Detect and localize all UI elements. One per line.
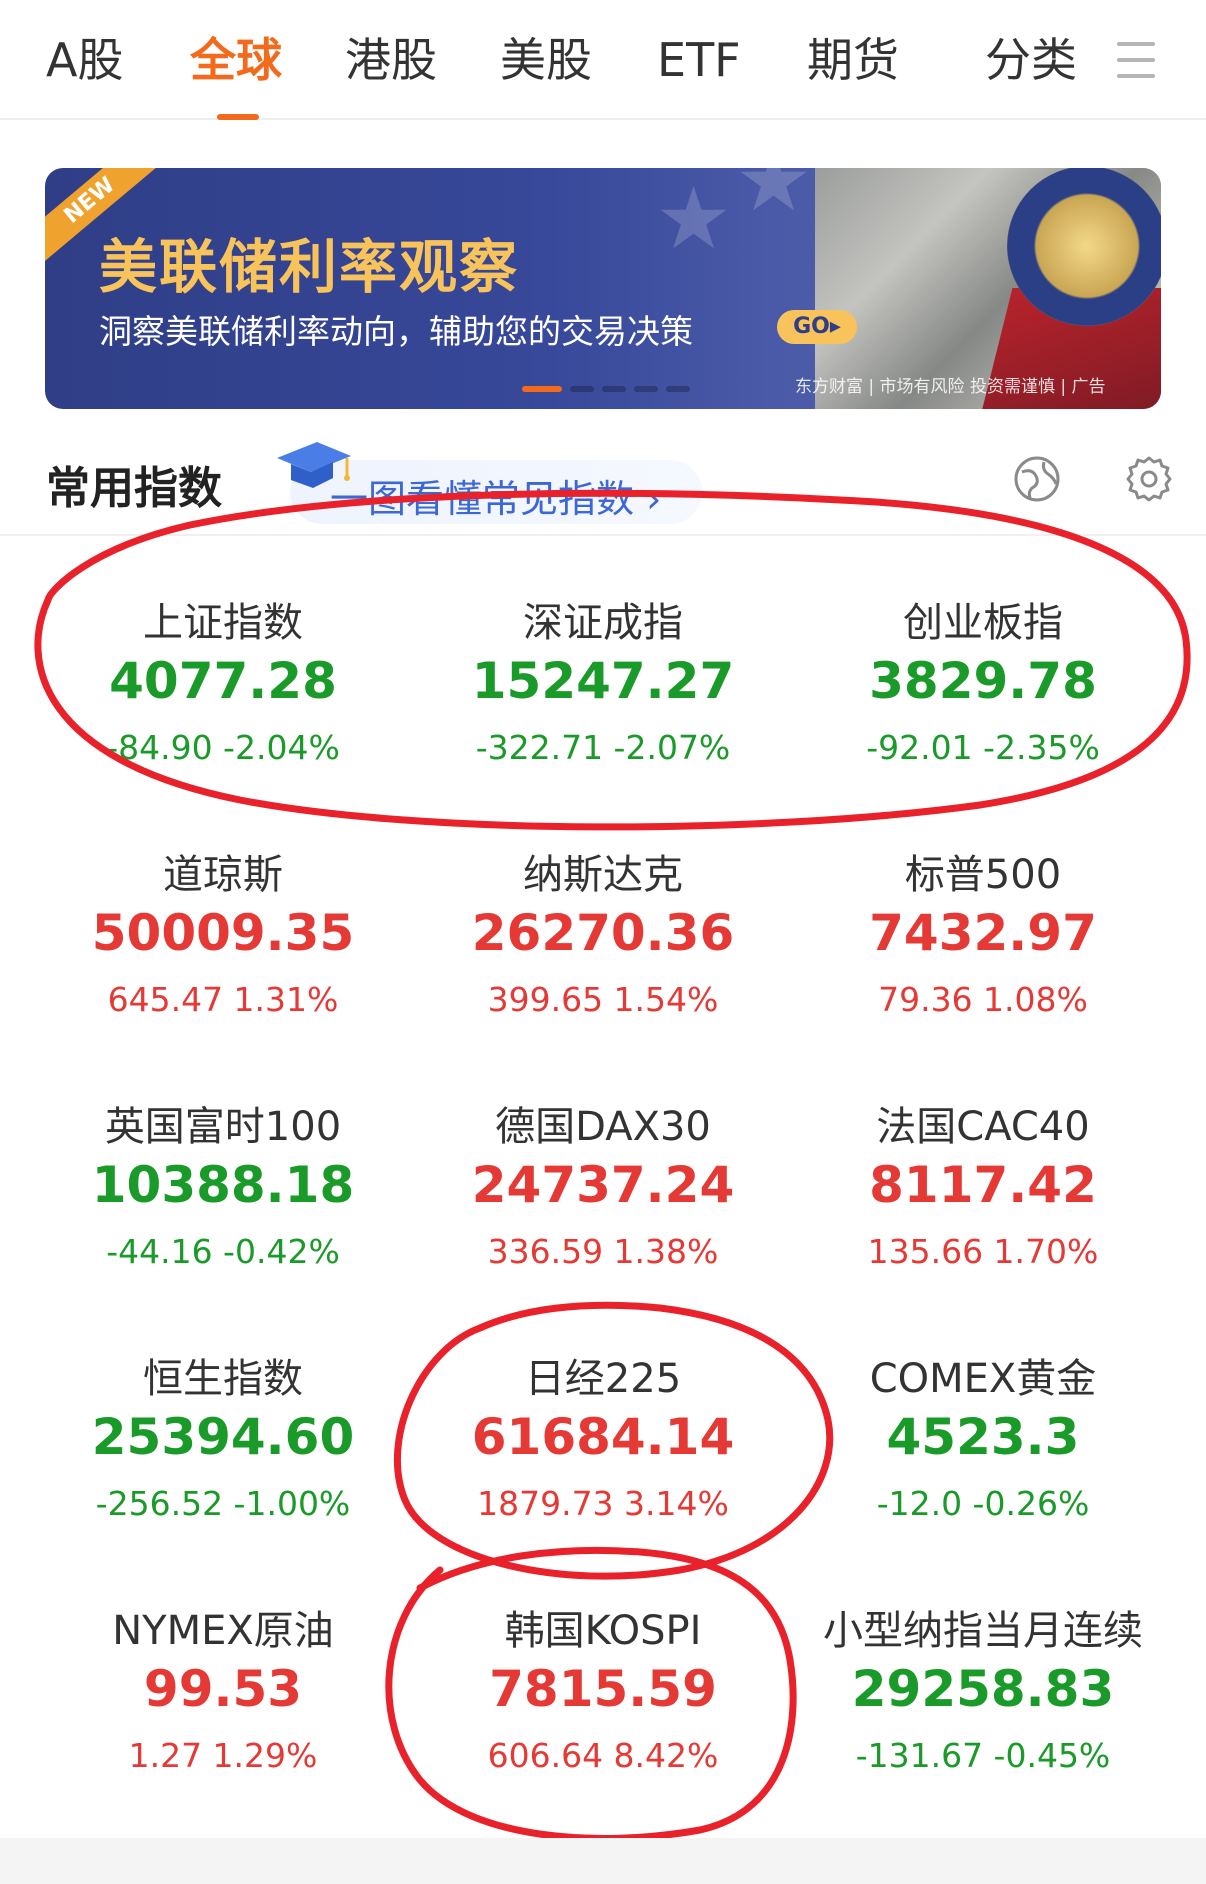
index-change: -84.90 -2.04% xyxy=(106,728,340,767)
index-change: -256.52 -1.00% xyxy=(95,1484,351,1523)
index-price: 3829.78 xyxy=(869,652,1097,710)
tab-a-shares[interactable]: A股 xyxy=(46,28,123,92)
index-price: 7432.97 xyxy=(869,904,1097,962)
index-card[interactable]: 德国DAX30 24737.24 336.59 1.38% xyxy=(413,1056,793,1286)
index-card[interactable]: 小型纳指当月连续 29258.83 -131.67 -0.45% xyxy=(793,1560,1173,1790)
index-name: 上证指数 xyxy=(143,600,303,646)
tab-categories[interactable]: 分类 xyxy=(985,28,1077,92)
index-price: 99.53 xyxy=(143,1660,303,1718)
index-price: 10388.18 xyxy=(91,1156,355,1214)
tab-etf[interactable]: ETF xyxy=(657,28,741,92)
globe-icon[interactable] xyxy=(1012,454,1062,504)
index-price: 26270.36 xyxy=(471,904,735,962)
index-change: 645.47 1.31% xyxy=(107,980,339,1019)
star-icon: ★ xyxy=(655,169,733,269)
index-change: 336.59 1.38% xyxy=(487,1232,719,1271)
tab-hk-stocks[interactable]: 港股 xyxy=(345,28,437,92)
index-card[interactable]: NYMEX原油 99.53 1.27 1.29% xyxy=(33,1560,413,1790)
star-icon: ★ xyxy=(735,168,813,231)
index-name: COMEX黄金 xyxy=(869,1356,1097,1402)
index-name: 法国CAC40 xyxy=(876,1104,1090,1150)
index-price: 61684.14 xyxy=(471,1408,735,1466)
market-tab-bar: A股 全球 港股 美股 ETF 期货 分类 xyxy=(0,0,1206,120)
index-price: 8117.42 xyxy=(869,1156,1097,1214)
index-change: 1879.73 3.14% xyxy=(477,1484,729,1523)
index-card[interactable]: 恒生指数 25394.60 -256.52 -1.00% xyxy=(33,1308,413,1538)
tab-us-stocks[interactable]: 美股 xyxy=(500,28,592,92)
index-price: 4523.3 xyxy=(886,1408,1080,1466)
index-change: -131.67 -0.45% xyxy=(855,1736,1111,1775)
index-name: 德国DAX30 xyxy=(495,1104,711,1150)
index-name: 道琼斯 xyxy=(163,852,283,898)
active-tab-indicator xyxy=(217,114,259,120)
index-name: NYMEX原油 xyxy=(112,1608,334,1654)
index-name: 创业板指 xyxy=(903,600,1063,646)
index-price: 24737.24 xyxy=(471,1156,735,1214)
index-card[interactable]: 上证指数 4077.28 -84.90 -2.04% xyxy=(33,552,413,782)
index-price: 50009.35 xyxy=(91,904,355,962)
fed-rate-banner[interactable]: ★ ★ NEW 美联储利率观察 洞察美联储利率动向，辅助您的交易决策 GO▸ 东… xyxy=(45,168,1161,409)
index-card[interactable]: 韩国KOSPI 7815.59 606.64 8.42% xyxy=(413,1560,793,1790)
index-price: 7815.59 xyxy=(489,1660,717,1718)
index-change: 399.65 1.54% xyxy=(487,980,719,1019)
banner-subtitle: 洞察美联储利率动向，辅助您的交易决策 xyxy=(99,312,693,351)
banner-go-button[interactable]: GO▸ xyxy=(777,310,857,344)
bottom-bar xyxy=(0,1838,1206,1884)
index-change: -322.71 -2.07% xyxy=(475,728,731,767)
index-change: 79.36 1.08% xyxy=(878,980,1088,1019)
index-change: -12.0 -0.26% xyxy=(876,1484,1090,1523)
index-change: 135.66 1.70% xyxy=(867,1232,1099,1271)
section-title: 常用指数 xyxy=(46,463,222,514)
tab-global[interactable]: 全球 xyxy=(190,28,282,92)
index-name: 恒生指数 xyxy=(143,1356,303,1402)
index-name: 英国富时100 xyxy=(104,1104,342,1150)
index-card[interactable]: 道琼斯 50009.35 645.47 1.31% xyxy=(33,804,413,1034)
banner-ad-note: 东方财富 | 市场有风险 投资需谨慎 | 广告 xyxy=(795,377,1106,397)
index-name: 小型纳指当月连续 xyxy=(823,1608,1143,1654)
section-divider xyxy=(0,534,1206,536)
index-card[interactable]: COMEX黄金 4523.3 -12.0 -0.26% xyxy=(793,1308,1173,1538)
index-card[interactable]: 标普500 7432.97 79.36 1.08% xyxy=(793,804,1173,1034)
index-card[interactable]: 日经225 61684.14 1879.73 3.14% xyxy=(413,1308,793,1538)
index-price: 15247.27 xyxy=(471,652,735,710)
federal-reserve-seal-image xyxy=(1007,168,1161,326)
settings-gear-icon[interactable] xyxy=(1124,454,1174,504)
index-card[interactable]: 创业板指 3829.78 -92.01 -2.35% xyxy=(793,552,1173,782)
menu-icon[interactable] xyxy=(1117,40,1155,80)
index-name: 标普500 xyxy=(904,852,1062,898)
index-name: 纳斯达克 xyxy=(523,852,683,898)
index-card[interactable]: 法国CAC40 8117.42 135.66 1.70% xyxy=(793,1056,1173,1286)
index-change: 1.27 1.29% xyxy=(128,1736,318,1775)
index-price: 25394.60 xyxy=(91,1408,355,1466)
index-card[interactable]: 纳斯达克 26270.36 399.65 1.54% xyxy=(413,804,793,1034)
index-name: 深证成指 xyxy=(523,600,683,646)
index-name: 韩国KOSPI xyxy=(504,1608,702,1654)
index-change: -44.16 -0.42% xyxy=(106,1232,340,1271)
index-name: 日经225 xyxy=(524,1356,682,1402)
index-card[interactable]: 英国富时100 10388.18 -44.16 -0.42% xyxy=(33,1056,413,1286)
index-guide-label: 一图看懂常见指数 › xyxy=(330,477,662,521)
tab-futures[interactable]: 期货 xyxy=(807,28,899,92)
index-price: 29258.83 xyxy=(851,1660,1115,1718)
index-card[interactable]: 深证成指 15247.27 -322.71 -2.07% xyxy=(413,552,793,782)
index-change: 606.64 8.42% xyxy=(487,1736,719,1775)
banner-title: 美联储利率观察 xyxy=(99,233,520,301)
index-change: -92.01 -2.35% xyxy=(866,728,1100,767)
graduation-cap-icon xyxy=(277,442,351,488)
index-price: 4077.28 xyxy=(109,652,337,710)
